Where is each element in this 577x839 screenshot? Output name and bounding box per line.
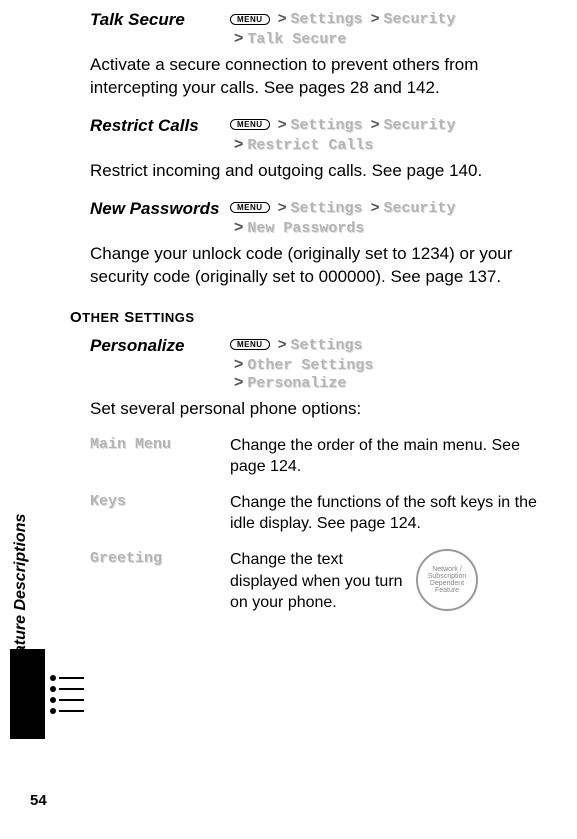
option-label: Keys bbox=[90, 492, 230, 535]
menu-path: MENU >Settings >Security bbox=[230, 116, 547, 134]
path-security: Security bbox=[383, 117, 455, 134]
feature-description: Restrict incoming and outgoing calls. Se… bbox=[90, 160, 547, 183]
path-settings: Settings bbox=[291, 11, 363, 28]
menu-button-icon: MENU bbox=[230, 119, 270, 130]
option-description: Change the functions of the soft keys in… bbox=[230, 492, 547, 535]
chevron-right-icon: > bbox=[367, 10, 384, 27]
menu-button-icon: MENU bbox=[230, 339, 270, 350]
feature-title: Restrict Calls bbox=[90, 116, 230, 136]
path-settings: Settings bbox=[291, 117, 363, 134]
path-leaf: Personalize bbox=[247, 375, 346, 392]
option-description: Change the order of the main menu. See p… bbox=[230, 435, 547, 478]
feature-title: Talk Secure bbox=[90, 10, 230, 30]
path-leaf: Restrict Calls bbox=[247, 137, 373, 154]
menu-button-icon: MENU bbox=[230, 202, 270, 213]
chevron-right-icon: > bbox=[230, 374, 247, 391]
path-security: Security bbox=[383, 200, 455, 217]
chevron-right-icon: > bbox=[367, 116, 384, 133]
menu-path: MENU >Settings bbox=[230, 336, 547, 354]
chevron-right-icon: > bbox=[230, 136, 247, 153]
option-label: Greeting bbox=[90, 549, 230, 614]
chevron-right-icon: > bbox=[230, 219, 247, 236]
path-settings: Settings bbox=[291, 337, 363, 354]
chevron-right-icon: > bbox=[230, 30, 247, 47]
feature-title: New Passwords bbox=[90, 199, 230, 219]
path-security: Security bbox=[383, 11, 455, 28]
feature-description: Set several personal phone options: bbox=[90, 398, 547, 421]
menu-path-line2: >New Passwords bbox=[230, 219, 547, 237]
chevron-right-icon: > bbox=[274, 10, 291, 27]
chevron-right-icon: > bbox=[230, 356, 247, 373]
chevron-right-icon: > bbox=[274, 116, 291, 133]
feature-description: Change your unlock code (originally set … bbox=[90, 243, 547, 289]
menu-button-icon: MENU bbox=[230, 14, 270, 25]
menu-path-line2: >Restrict Calls bbox=[230, 136, 547, 154]
network-dependent-feature-icon: Network / Subscription Dependent Feature bbox=[416, 549, 478, 611]
path-leaf: New Passwords bbox=[247, 220, 364, 237]
menu-path: MENU >Settings >Security bbox=[230, 199, 547, 217]
page-number: 54 bbox=[30, 792, 47, 809]
list-icon bbox=[50, 675, 84, 719]
menu-path-line2: >Talk Secure bbox=[230, 30, 547, 48]
page-marker-tab bbox=[10, 649, 45, 739]
option-label: Main Menu bbox=[90, 435, 230, 478]
path-settings: Settings bbox=[291, 200, 363, 217]
option-description: Change the text displayed when you turn … bbox=[230, 549, 410, 614]
menu-path: MENU >Settings >Security bbox=[230, 10, 547, 28]
path-other-settings: Other Settings bbox=[247, 357, 373, 374]
feature-title: Personalize bbox=[90, 336, 230, 356]
chevron-right-icon: > bbox=[274, 199, 291, 216]
path-leaf: Talk Secure bbox=[247, 31, 346, 48]
chevron-right-icon: > bbox=[274, 336, 291, 353]
menu-path-line2: >Other Settings bbox=[230, 356, 547, 374]
section-heading: OTHER SETTINGS bbox=[70, 309, 547, 326]
chevron-right-icon: > bbox=[367, 199, 384, 216]
feature-description: Activate a secure connection to prevent … bbox=[90, 54, 547, 100]
menu-path-line3: >Personalize bbox=[230, 374, 547, 392]
